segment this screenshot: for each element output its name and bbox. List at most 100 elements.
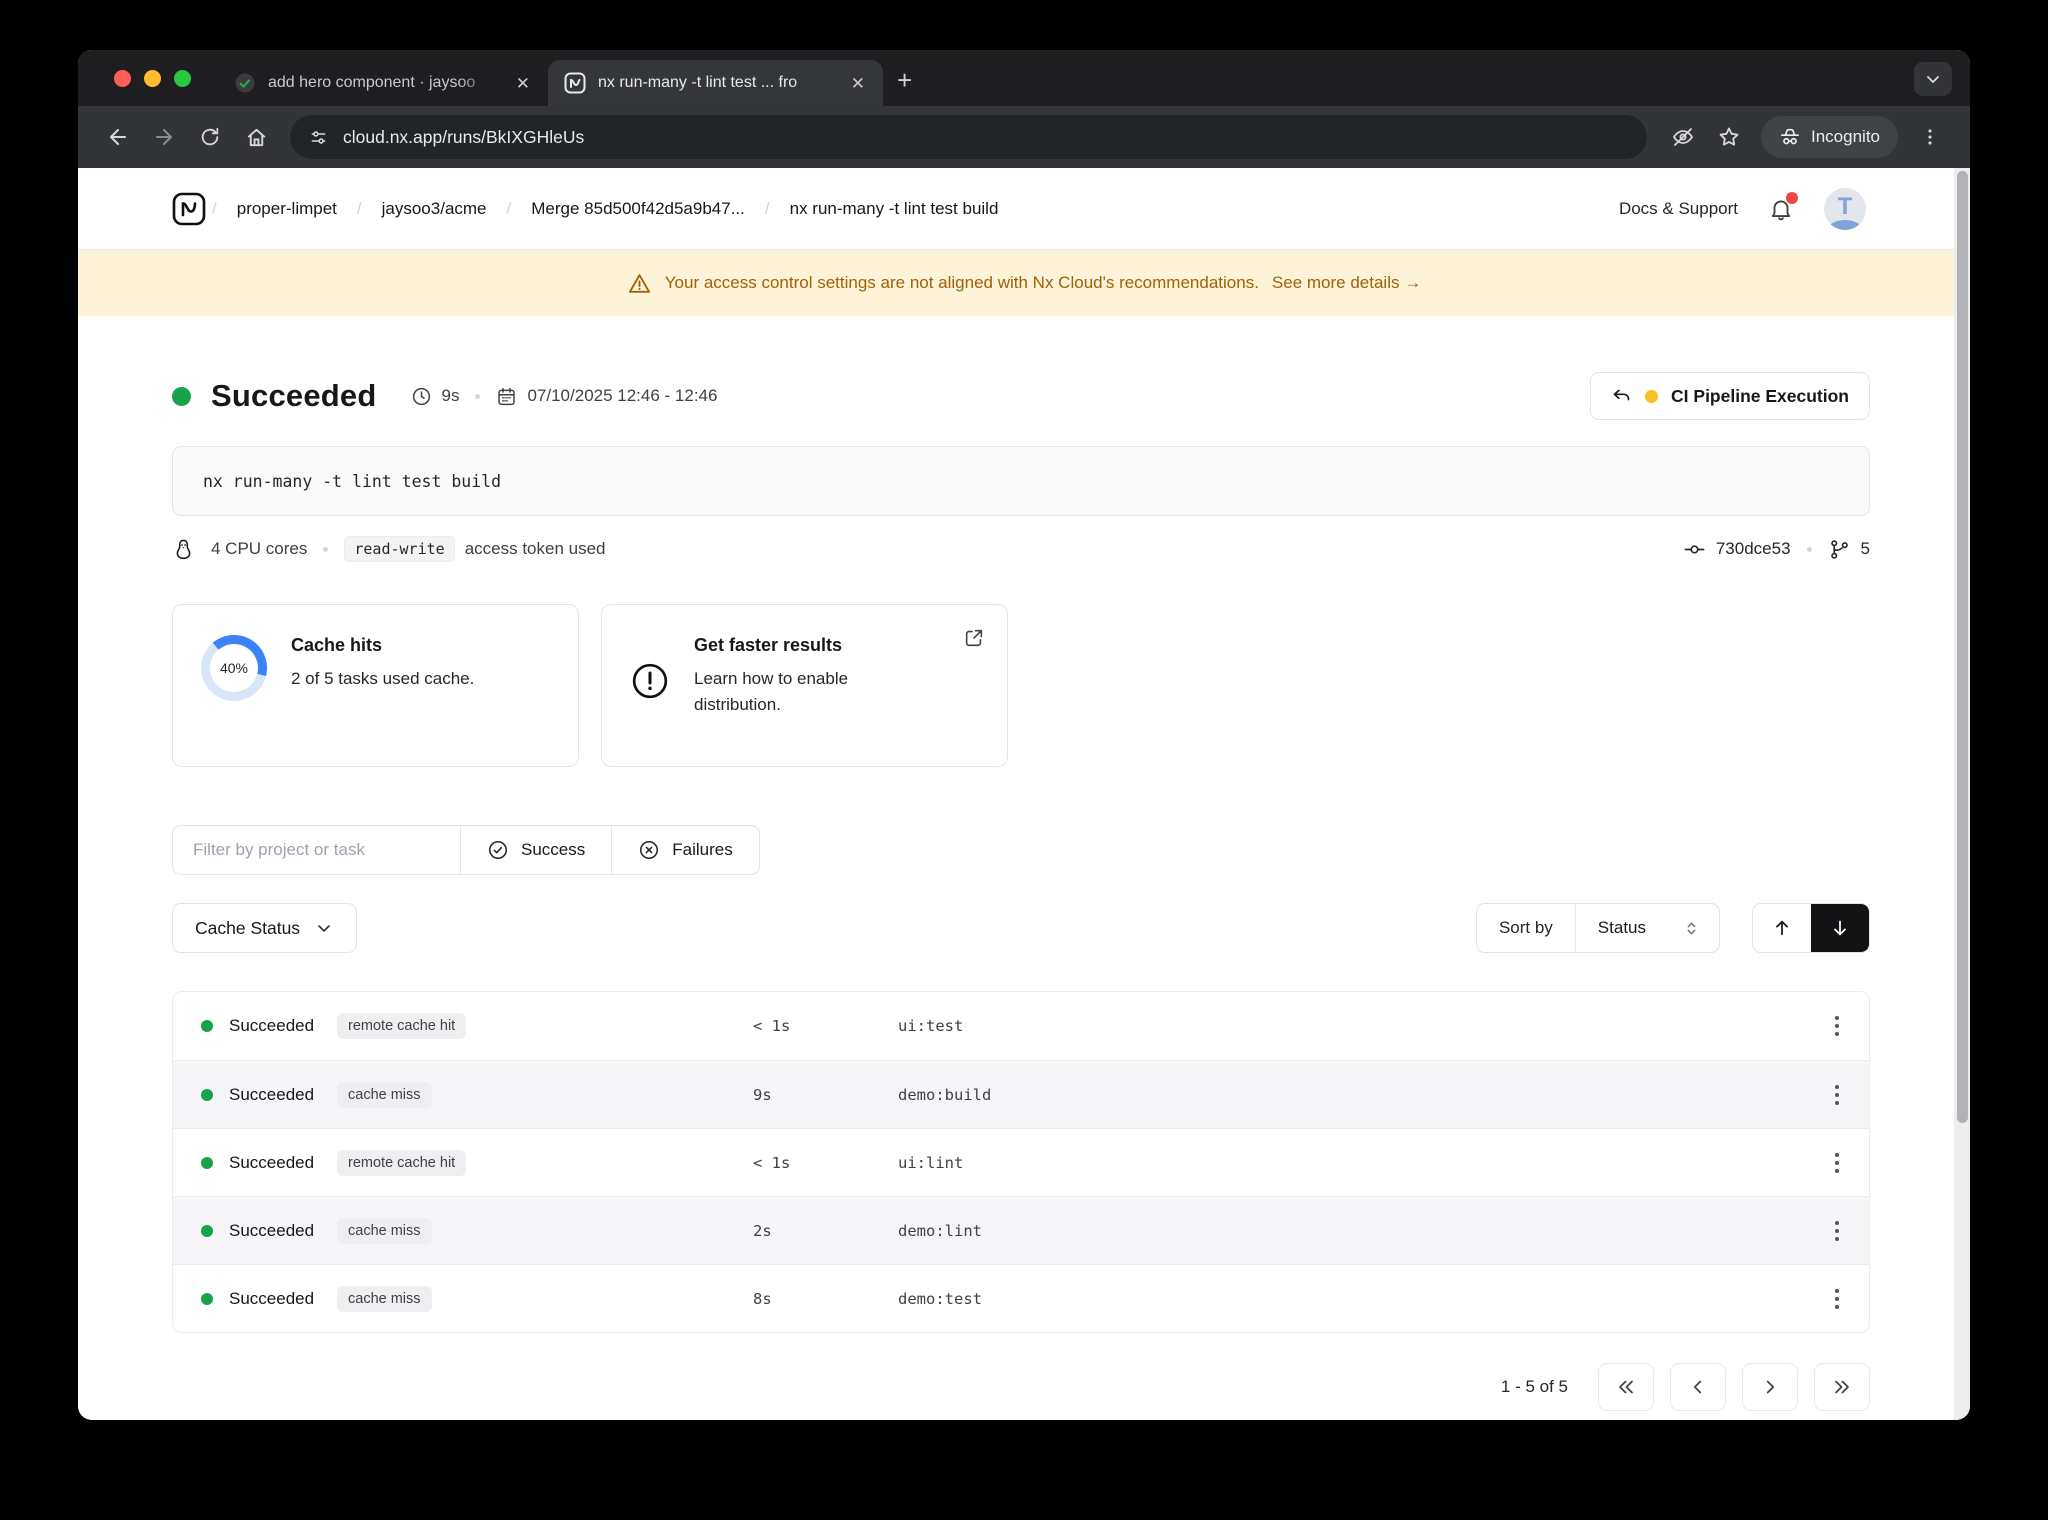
tab-pull-request[interactable]: add hero component · jaysoo ✕: [218, 60, 548, 106]
run-details: Succeeded 9s 07/10/2025 12:46 - 12:46 CI…: [78, 372, 1970, 1411]
breadcrumb-run[interactable]: nx run-many -t lint test build: [790, 199, 999, 219]
back-icon[interactable]: [98, 117, 138, 157]
nx-cloud-logo-icon[interactable]: [172, 192, 206, 226]
address-bar[interactable]: cloud.nx.app/runs/BkIXGHleUs: [290, 115, 1647, 159]
table-row[interactable]: Succeeded remote cache hit < 1s ui:lint: [173, 1128, 1869, 1196]
browser-menu-icon[interactable]: [1910, 117, 1950, 157]
new-tab-button[interactable]: +: [897, 65, 912, 96]
pipeline-button-label: CI Pipeline Execution: [1671, 385, 1849, 406]
table-row[interactable]: Succeeded cache miss 9s demo:build: [173, 1060, 1869, 1128]
tab-nx-run[interactable]: nx run-many -t lint test ... fro ✕: [548, 60, 883, 106]
calendar-icon: [496, 386, 517, 407]
scrollbar-thumb[interactable]: [1957, 171, 1968, 1123]
bookmark-star-icon[interactable]: [1709, 117, 1749, 157]
row-menu-icon[interactable]: [1835, 1152, 1839, 1173]
row-cache-badge: cache miss: [337, 1217, 432, 1244]
branch-count[interactable]: 5: [1861, 539, 1870, 559]
external-link-icon[interactable]: [963, 627, 985, 649]
reload-icon[interactable]: [190, 117, 230, 157]
filter-success-button[interactable]: Success: [460, 826, 611, 874]
table-row[interactable]: Succeeded remote cache hit < 1s ui:test: [173, 992, 1869, 1060]
run-meta: 9s 07/10/2025 12:46 - 12:46: [411, 386, 718, 407]
row-cache-badge: cache miss: [337, 1285, 432, 1312]
row-task-name[interactable]: demo:test: [898, 1290, 1805, 1308]
forward-icon[interactable]: [144, 117, 184, 157]
row-status-label: Succeeded: [229, 1288, 315, 1308]
row-menu-icon[interactable]: [1835, 1016, 1839, 1036]
notifications-bell-icon[interactable]: [1768, 191, 1798, 222]
row-menu-icon[interactable]: [1835, 1220, 1839, 1241]
incognito-icon: [1779, 126, 1801, 148]
sort-ascending-button[interactable]: [1753, 904, 1811, 952]
previous-page-button[interactable]: [1670, 1363, 1726, 1411]
close-icon[interactable]: ✕: [847, 73, 869, 94]
run-date-range: 07/10/2025 12:46 - 12:46: [527, 386, 718, 405]
row-menu-icon[interactable]: [1835, 1084, 1839, 1105]
banner-details-link[interactable]: See more details →: [1272, 273, 1421, 293]
table-row[interactable]: Succeeded cache miss 2s demo:lint: [173, 1196, 1869, 1264]
home-icon[interactable]: [236, 117, 276, 157]
first-page-button[interactable]: [1598, 1363, 1654, 1411]
commit-branch-info: 730dce53 5: [1683, 538, 1870, 561]
cache-status-dropdown[interactable]: Cache Status: [172, 903, 358, 953]
next-page-button[interactable]: [1742, 1363, 1798, 1411]
breadcrumb: / proper-limpet / jaysoo3/acme / Merge 8…: [212, 199, 998, 219]
breadcrumb-repo[interactable]: jaysoo3/acme: [382, 199, 487, 219]
last-page-button[interactable]: [1814, 1363, 1870, 1411]
cache-card-title: Cache hits: [291, 635, 383, 655]
row-task-name[interactable]: demo:lint: [898, 1222, 1805, 1240]
filter-failures-label: Failures: [672, 840, 733, 859]
faster-results-card[interactable]: Get faster results Learn how to enable d…: [601, 604, 1008, 767]
breadcrumb-commit[interactable]: Merge 85d500f42d5a9b47...: [531, 199, 745, 219]
tab-list-chevron-button[interactable]: [1914, 62, 1952, 96]
access-warning-banner: Your access control settings are not ali…: [78, 250, 1970, 316]
row-task-name[interactable]: demo:build: [898, 1086, 1805, 1104]
row-menu-icon[interactable]: [1835, 1288, 1839, 1309]
sort-select[interactable]: Sort by Status: [1475, 903, 1720, 953]
ci-pipeline-execution-button[interactable]: CI Pipeline Execution: [1590, 372, 1870, 420]
filter-input[interactable]: [173, 826, 460, 874]
dot-separator: [1806, 546, 1812, 552]
tab-title: add hero component · jaysoo: [268, 74, 476, 91]
row-duration: 8s: [753, 1289, 772, 1308]
breadcrumb-workspace[interactable]: proper-limpet: [237, 199, 337, 219]
page-content: / proper-limpet / jaysoo3/acme / Merge 8…: [78, 168, 1970, 1420]
row-status-label: Succeeded: [229, 1220, 315, 1240]
row-status-dot: [201, 1020, 213, 1032]
sort-value[interactable]: Status: [1574, 904, 1719, 952]
maximize-window-button[interactable]: [174, 70, 191, 87]
breadcrumb-separator: /: [506, 198, 512, 218]
row-status-dot: [201, 1088, 213, 1101]
cache-status-label: Cache Status: [195, 917, 301, 938]
banner-text: Your access control settings are not ali…: [664, 273, 1259, 292]
close-window-button[interactable]: [114, 70, 131, 87]
scrollbar[interactable]: [1954, 168, 1970, 1420]
avatar[interactable]: T: [1824, 187, 1866, 230]
minimize-window-button[interactable]: [144, 70, 161, 87]
run-command: nx run-many -t lint test build: [172, 446, 1870, 516]
row-task-name[interactable]: ui:lint: [898, 1154, 1805, 1172]
row-status-dot: [201, 1292, 213, 1305]
url-text[interactable]: cloud.nx.app/runs/BkIXGHleUs: [343, 127, 584, 148]
row-duration: 2s: [753, 1221, 772, 1240]
eye-off-icon[interactable]: [1663, 117, 1703, 157]
row-duration: < 1s: [753, 1017, 791, 1035]
incognito-badge: Incognito: [1761, 116, 1898, 158]
dot-separator: [475, 393, 481, 399]
faster-card-subtitle: Learn how to enable distribution.: [694, 669, 849, 715]
sort-descending-button[interactable]: [1811, 904, 1869, 952]
git-branch-icon: [1828, 538, 1851, 561]
docs-support-link[interactable]: Docs & Support: [1619, 199, 1738, 219]
row-task-name[interactable]: ui:test: [898, 1017, 1805, 1035]
filter-row: Success Failures: [172, 825, 1870, 875]
run-duration: 9s: [441, 386, 460, 405]
row-duration: < 1s: [753, 1153, 791, 1172]
table-row[interactable]: Succeeded cache miss 8s demo:test: [173, 1264, 1869, 1332]
commit-sha[interactable]: 730dce53: [1716, 539, 1791, 559]
app-header: / proper-limpet / jaysoo3/acme / Merge 8…: [78, 168, 1970, 250]
close-icon[interactable]: ✕: [512, 73, 534, 94]
filter-failures-button[interactable]: Failures: [611, 826, 758, 874]
status-dot: [172, 386, 191, 406]
site-settings-icon[interactable]: [308, 127, 329, 148]
breadcrumb-separator: /: [356, 198, 362, 218]
